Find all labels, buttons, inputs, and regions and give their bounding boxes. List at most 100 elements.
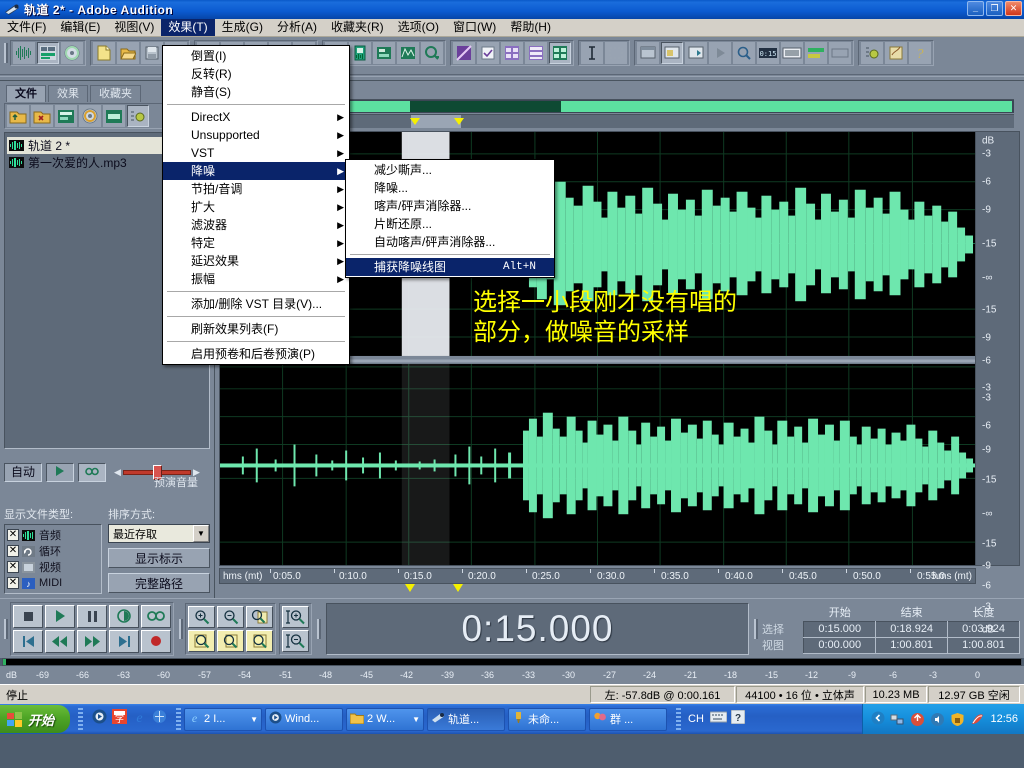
spectral-view-icon[interactable] [453, 42, 475, 64]
keyboard-icon[interactable] [708, 710, 729, 728]
insert-into-multitrack-icon[interactable] [55, 105, 77, 127]
language-indicator[interactable]: CH [684, 713, 708, 725]
full-path-button[interactable]: 完整路径 [108, 573, 210, 593]
menu-item-hiss-reduction[interactable]: 减少嘶声... [346, 161, 554, 179]
time-grip[interactable] [317, 618, 321, 639]
tab-files[interactable]: 文件 [6, 85, 46, 102]
menu-item-silence[interactable]: 静音(S) [163, 83, 349, 101]
auto-play-button[interactable]: 自动 [4, 462, 43, 482]
menu-item-amplify[interactable]: 扩大 ▶ [163, 198, 349, 216]
show-waveform-channels-icon[interactable] [501, 42, 523, 64]
checkbox-checked-icon[interactable]: ✕ [7, 529, 19, 541]
noise-reduction-submenu[interactable]: 减少嘶声... 降噪... 喀声/砰声消除器... 片断还原... 自动喀声/砰… [345, 159, 555, 278]
internet-explorer-icon[interactable]: e [132, 709, 147, 729]
zoom-out-full-button[interactable] [246, 629, 273, 652]
checkbox-checked-icon[interactable]: ✕ [7, 577, 19, 589]
insert-cue-icon[interactable] [421, 42, 443, 64]
menu-item-auto-click-pop-eliminator[interactable]: 自动喀声/砰声消除器... [346, 233, 554, 251]
selection-end-marker-icon[interactable] [454, 118, 465, 125]
menu-item-amplitude[interactable]: 振幅 ▶ [163, 270, 349, 288]
minimize-button[interactable]: _ [967, 1, 984, 16]
menu-item-vst[interactable]: VST ▶ [163, 144, 349, 162]
play-window-icon[interactable] [709, 42, 731, 64]
menu-help[interactable]: 帮助(H) [503, 19, 558, 36]
chevron-down-icon[interactable]: ▼ [250, 715, 258, 724]
taskbar-item-qq-group[interactable]: 群 ... [589, 707, 668, 731]
stop-button[interactable] [13, 604, 43, 628]
waveform-view-icon[interactable] [13, 42, 35, 64]
menu-item-enable-preroll[interactable]: 启用预卷和后卷预演(P) [163, 345, 349, 363]
selection-start-marker-icon[interactable] [409, 118, 420, 125]
menu-item-filters[interactable]: 滤波器 ▶ [163, 216, 349, 234]
show-hidden-icons-button[interactable] [871, 711, 885, 728]
time-display[interactable]: 0:15.000 [326, 602, 749, 655]
edit-envelope-icon[interactable] [397, 42, 419, 64]
help-icon[interactable]: ? [909, 42, 931, 64]
selection-start-value[interactable]: 0:15.000 [803, 620, 877, 638]
menu-favorites[interactable]: 收藏夹(R) [324, 19, 391, 36]
checkbox-checked-icon[interactable]: ✕ [7, 561, 19, 573]
zoom-to-selection-button[interactable] [246, 605, 273, 628]
volume-icon[interactable] [930, 712, 945, 727]
antivirus-icon[interactable] [970, 712, 985, 727]
loop-play-button[interactable] [141, 604, 171, 628]
loop-preview-button[interactable] [78, 462, 107, 482]
menu-item-noise-reduction[interactable]: 降噪 ▶ [163, 162, 349, 180]
go-to-beginning-button[interactable] [13, 629, 43, 653]
go-to-end-button[interactable] [109, 629, 139, 653]
menu-view[interactable]: 视图(V) [107, 19, 161, 36]
time-select-tool-icon[interactable] [581, 42, 603, 64]
chevron-down-icon[interactable]: ▼ [193, 525, 209, 542]
level-meter[interactable] [2, 658, 1022, 666]
filetype-midi[interactable]: ✕ ♪ MIDI [7, 575, 99, 591]
properties-icon[interactable] [127, 105, 149, 127]
marker-row[interactable] [219, 584, 976, 598]
filetype-video[interactable]: ✕ 视频 [7, 559, 99, 575]
rewind-button[interactable] [45, 629, 75, 653]
shield-icon[interactable] [950, 712, 965, 727]
menu-item-directx[interactable]: DirectX ▶ [163, 108, 349, 126]
placeholder-window-icon[interactable] [829, 42, 851, 64]
menu-window[interactable]: 窗口(W) [446, 19, 503, 36]
view-start-value[interactable]: 0:00.000 [803, 636, 877, 654]
taskbar-item-paint[interactable]: 未命... [508, 707, 587, 731]
selection-grip[interactable] [754, 618, 758, 639]
filetype-audio[interactable]: ✕ 音频 [7, 527, 99, 543]
menu-item-invert[interactable]: 倒置(I) [163, 47, 349, 65]
help-icon[interactable]: ? [729, 709, 747, 729]
menu-options[interactable]: 选项(O) [391, 19, 446, 36]
volume-left-arrow-icon[interactable]: ◀ [114, 467, 121, 478]
insert-cd-track-icon[interactable] [103, 105, 125, 127]
show-tracks-icon[interactable] [525, 42, 547, 64]
play-button[interactable] [45, 604, 75, 628]
cd-icon[interactable] [79, 105, 101, 127]
wps-icon[interactable]: 字 [112, 709, 128, 729]
open-file-icon[interactable] [7, 105, 29, 127]
filetype-loop[interactable]: ✕ 循环 [7, 543, 99, 559]
fast-forward-button[interactable] [77, 629, 107, 653]
transport-window-icon[interactable] [685, 42, 707, 64]
selection-end-value[interactable]: 0:18.924 [875, 620, 949, 638]
network-icon[interactable] [890, 712, 905, 727]
copy-to-new-icon[interactable] [349, 42, 371, 64]
update-icon[interactable] [910, 712, 925, 727]
taskbar-item-windowsmedia[interactable]: Wind... [265, 707, 344, 731]
menu-item-capture-noise-profile[interactable]: 捕获降噪线图 Alt+N [346, 258, 554, 276]
clock[interactable]: 12:56 [990, 713, 1018, 725]
open-file-icon[interactable] [117, 42, 139, 64]
tab-effects[interactable]: 效果 [48, 85, 88, 102]
cd-view-icon[interactable] [61, 42, 83, 64]
menu-effects[interactable]: 效果(T) [161, 19, 215, 36]
checkbox-checked-icon[interactable]: ✕ [7, 545, 19, 557]
multitrack-view-icon[interactable] [37, 42, 59, 64]
menu-item-click-pop-eliminator[interactable]: 喀声/砰声消除器... [346, 197, 554, 215]
view-end-value[interactable]: 1:00.801 [875, 636, 949, 654]
menu-item-refresh-effects[interactable]: 刷新效果列表(F) [163, 320, 349, 338]
play-to-end-button[interactable] [109, 604, 139, 628]
menu-edit[interactable]: 编辑(E) [53, 19, 107, 36]
menu-file[interactable]: 文件(F) [0, 19, 53, 36]
pause-button[interactable] [77, 604, 107, 628]
selection-window-icon[interactable] [781, 42, 803, 64]
time-ruler[interactable]: hms (mt) 0:05.0 0:10.0 0:15.0 0:20.0 0:2… [219, 568, 976, 584]
start-button[interactable]: 开始 [0, 705, 71, 733]
